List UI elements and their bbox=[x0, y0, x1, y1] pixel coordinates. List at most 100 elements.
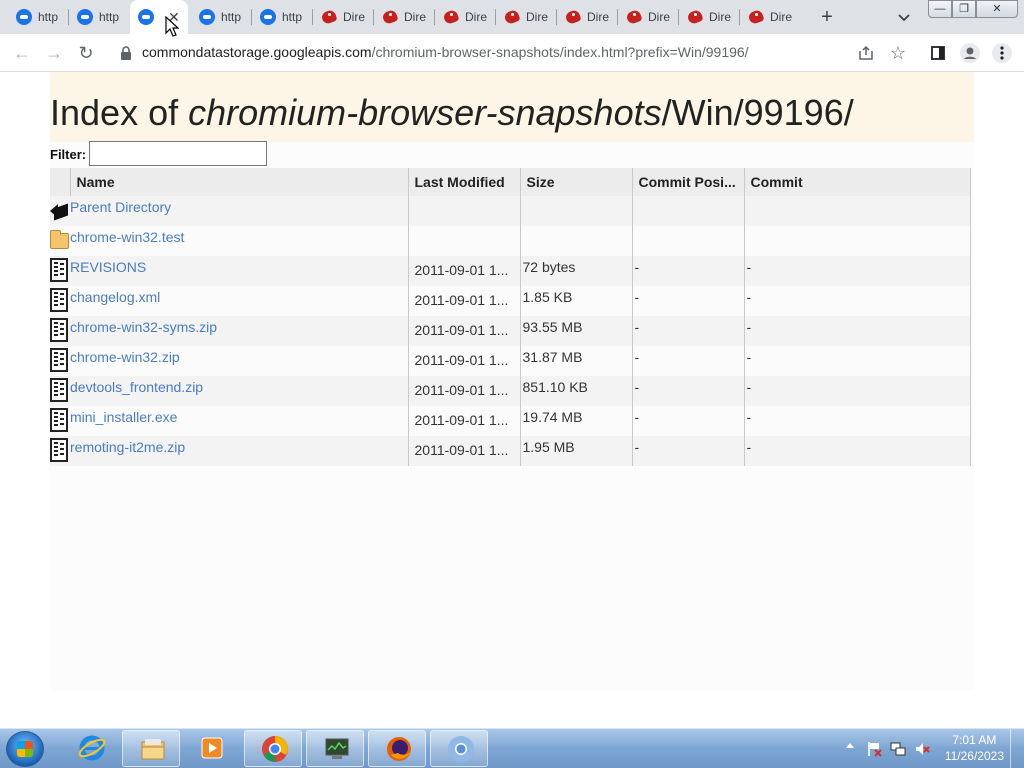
browser-tab[interactable]: Dire bbox=[740, 0, 801, 34]
file-link[interactable]: devtools_frontend.zip bbox=[70, 376, 407, 395]
size-cell: 1.95 MB bbox=[520, 436, 633, 466]
browser-tab[interactable]: Dire bbox=[496, 0, 557, 34]
tab-title: http bbox=[38, 10, 59, 24]
last-modified-cell: 2011-09-01 1... bbox=[408, 376, 521, 406]
table-row: REVISIONS 2011-09-01 1... 72 bytes - - bbox=[50, 256, 971, 286]
file-explorer-button[interactable] bbox=[122, 730, 180, 767]
file-link[interactable]: changelog.xml bbox=[70, 286, 407, 305]
file-link[interactable]: chrome-win32.test bbox=[70, 226, 407, 245]
side-panel-icon[interactable] bbox=[926, 41, 950, 65]
mouse-cursor-icon bbox=[165, 16, 179, 37]
bookmark-star-icon[interactable]: ☆ bbox=[886, 41, 910, 65]
close-window-button[interactable]: ✕ bbox=[976, 0, 1018, 18]
name-cell: devtools_frontend.zip bbox=[70, 376, 409, 406]
icon-cell bbox=[50, 196, 70, 226]
generic-page-icon bbox=[138, 9, 154, 25]
browser-tab[interactable]: http bbox=[191, 0, 252, 34]
minimize-button[interactable]: — bbox=[928, 0, 952, 18]
browser-tab[interactable]: Dire bbox=[618, 0, 679, 34]
commit-position-cell bbox=[632, 196, 745, 226]
browser-tab[interactable]: http bbox=[8, 0, 69, 34]
browser-tab[interactable]: Dire bbox=[374, 0, 435, 34]
table-row: devtools_frontend.zip 2011-09-01 1... 851.… bbox=[50, 376, 971, 406]
firefox-button[interactable] bbox=[368, 730, 426, 767]
show-desktop-button[interactable] bbox=[1010, 729, 1024, 768]
name-cell: chrome-win32.zip bbox=[70, 346, 409, 376]
icon-cell bbox=[50, 346, 70, 376]
share-icon[interactable] bbox=[854, 41, 878, 65]
commit-cell: - bbox=[744, 406, 971, 436]
file-icon bbox=[50, 438, 68, 462]
generic-page-icon bbox=[260, 9, 276, 25]
filter-label: Filter: bbox=[50, 147, 87, 162]
commit-cell: - bbox=[744, 286, 971, 316]
folder-icon bbox=[50, 230, 69, 249]
url-path: /chromium-browser-snapshots/index.html?p… bbox=[371, 44, 749, 60]
restore-button[interactable]: ❐ bbox=[952, 0, 976, 18]
file-link[interactable]: mini_installer.exe bbox=[70, 406, 407, 425]
directory-logo-icon bbox=[382, 9, 398, 25]
tab-search-chevron-icon[interactable] bbox=[894, 7, 914, 27]
task-manager-button[interactable] bbox=[306, 730, 364, 767]
filter-input[interactable] bbox=[89, 141, 267, 166]
last-modified-cell bbox=[408, 196, 521, 226]
internet-explorer-icon bbox=[78, 735, 106, 761]
browser-tab[interactable]: Dire bbox=[679, 0, 740, 34]
browser-tab[interactable]: Dire bbox=[557, 0, 618, 34]
tab-separator bbox=[617, 9, 618, 25]
back-icon[interactable]: ← bbox=[10, 41, 34, 65]
reload-icon[interactable]: ↻ bbox=[74, 41, 98, 65]
column-header-commit[interactable]: Commit bbox=[744, 168, 971, 196]
browser-tab[interactable]: http bbox=[69, 0, 130, 34]
network-icon[interactable] bbox=[890, 741, 906, 757]
start-button[interactable] bbox=[6, 731, 44, 767]
column-header-commit-position[interactable]: Commit Posi... bbox=[632, 168, 745, 196]
media-player-button[interactable] bbox=[182, 730, 240, 767]
lock-icon[interactable] bbox=[114, 41, 138, 65]
tab-title: http bbox=[282, 10, 303, 24]
column-header-name[interactable]: Name bbox=[70, 168, 409, 196]
file-icon bbox=[50, 288, 68, 312]
file-link[interactable]: REVISIONS bbox=[70, 256, 407, 275]
directory-logo-icon bbox=[626, 9, 642, 25]
show-hidden-icons-button[interactable] bbox=[846, 743, 854, 748]
clock[interactable]: 7:01 AM 11/26/2023 bbox=[945, 732, 1004, 764]
action-center-flag-icon[interactable] bbox=[866, 741, 882, 757]
tab-separator bbox=[68, 9, 69, 25]
name-cell: chrome-win32-syms.zip bbox=[70, 316, 409, 346]
menu-kebab-icon[interactable] bbox=[990, 41, 1014, 65]
browser-tab[interactable]: http bbox=[252, 0, 313, 34]
column-header-last-modified[interactable]: Last Modified bbox=[408, 168, 521, 196]
volume-muted-icon[interactable] bbox=[914, 741, 930, 757]
profile-avatar-icon[interactable] bbox=[958, 41, 982, 65]
file-link[interactable]: remoting-it2me.zip bbox=[70, 436, 407, 455]
table-row: chrome-win32-syms.zip 2011-09-01 1... 93.5… bbox=[50, 316, 971, 346]
url-text[interactable]: commondatastorage.googleapis.com/chromiu… bbox=[142, 44, 749, 60]
commit-position-cell: - bbox=[632, 286, 745, 316]
tab-title: Dire bbox=[587, 10, 610, 24]
file-link[interactable]: chrome-win32-syms.zip bbox=[70, 316, 407, 335]
icon-cell bbox=[50, 436, 70, 466]
file-link[interactable]: chrome-win32.zip bbox=[70, 346, 407, 365]
icon-cell bbox=[50, 316, 70, 346]
forward-icon[interactable]: → bbox=[42, 41, 66, 65]
commit-cell: - bbox=[744, 256, 971, 286]
column-header-size[interactable]: Size bbox=[520, 168, 633, 196]
chromium-button[interactable] bbox=[430, 730, 488, 767]
size-cell: 72 bytes bbox=[520, 256, 633, 286]
new-tab-button[interactable]: + bbox=[815, 5, 839, 29]
generic-page-icon bbox=[16, 9, 32, 25]
directory-logo-icon bbox=[748, 9, 764, 25]
browser-tab[interactable]: Dire bbox=[313, 0, 374, 34]
clock-time: 7:01 AM bbox=[952, 733, 997, 747]
generic-page-icon bbox=[77, 9, 93, 25]
file-link[interactable]: Parent Directory bbox=[70, 196, 407, 215]
browser-tab[interactable]: Dire bbox=[435, 0, 496, 34]
tab-separator bbox=[739, 9, 740, 25]
size-cell: 851.10 KB bbox=[520, 376, 633, 406]
internet-explorer-button[interactable] bbox=[62, 730, 120, 767]
commit-cell: - bbox=[744, 346, 971, 376]
chrome-button[interactable] bbox=[244, 730, 302, 767]
tab-separator bbox=[251, 9, 252, 25]
browser-tab[interactable]: ✕ bbox=[130, 0, 188, 34]
